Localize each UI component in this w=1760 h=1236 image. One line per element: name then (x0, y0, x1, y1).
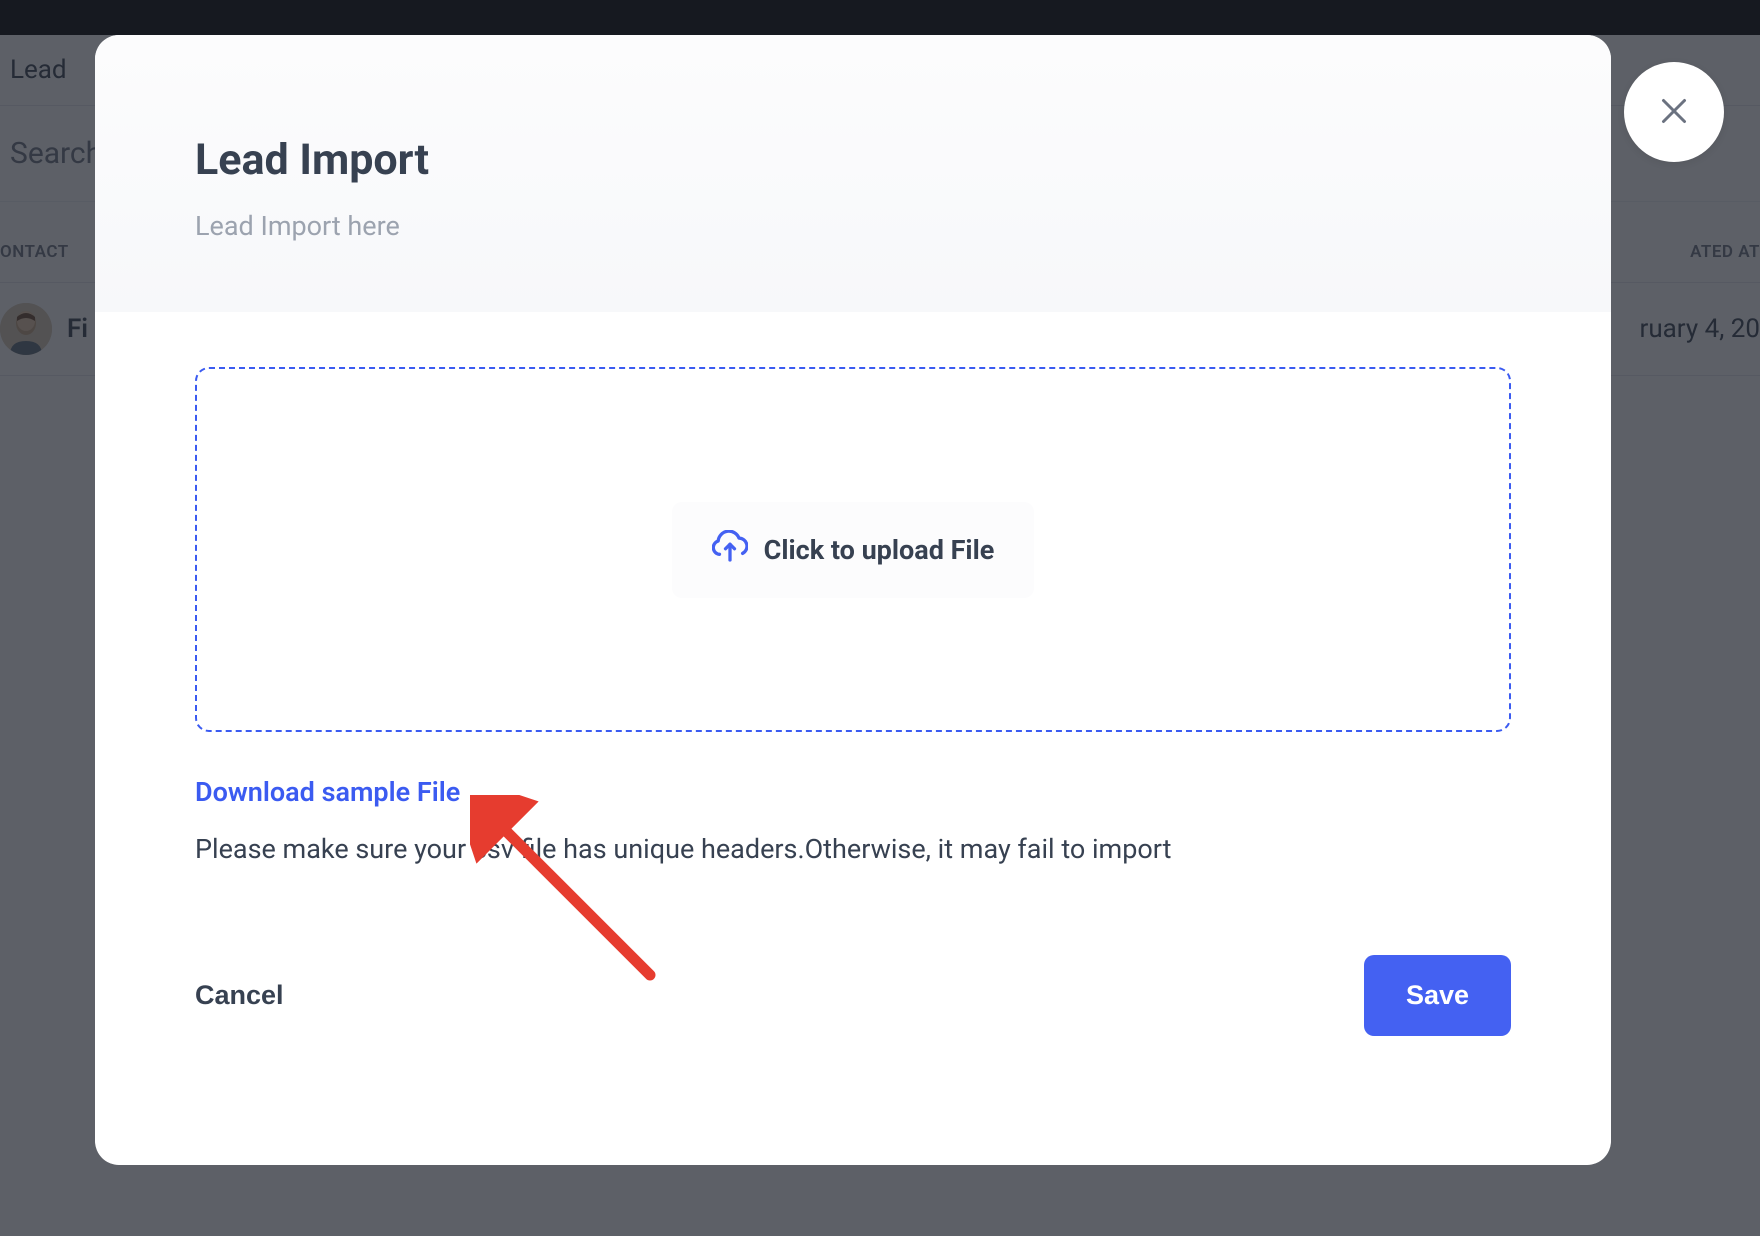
help-text: Please make sure your csv file has uniqu… (195, 833, 1511, 865)
download-sample-link[interactable]: Download sample File (195, 776, 1511, 808)
file-dropzone[interactable]: Click to upload File (195, 367, 1511, 732)
upload-label: Click to upload File (764, 534, 995, 566)
lead-import-modal: Lead Import Lead Import here Click to up… (95, 35, 1611, 1165)
modal-header: Lead Import Lead Import here (95, 35, 1611, 312)
modal-body: Click to upload File Download sample Fil… (95, 312, 1611, 865)
cancel-button[interactable]: Cancel (195, 980, 284, 1011)
close-icon (1656, 93, 1692, 132)
modal-subtitle: Lead Import here (195, 210, 1511, 242)
cloud-upload-icon (712, 530, 748, 570)
modal-footer: Cancel Save (95, 955, 1611, 1036)
upload-button[interactable]: Click to upload File (672, 502, 1035, 598)
close-button[interactable] (1624, 62, 1724, 162)
save-button[interactable]: Save (1364, 955, 1511, 1036)
modal-title: Lead Import (195, 135, 1511, 185)
